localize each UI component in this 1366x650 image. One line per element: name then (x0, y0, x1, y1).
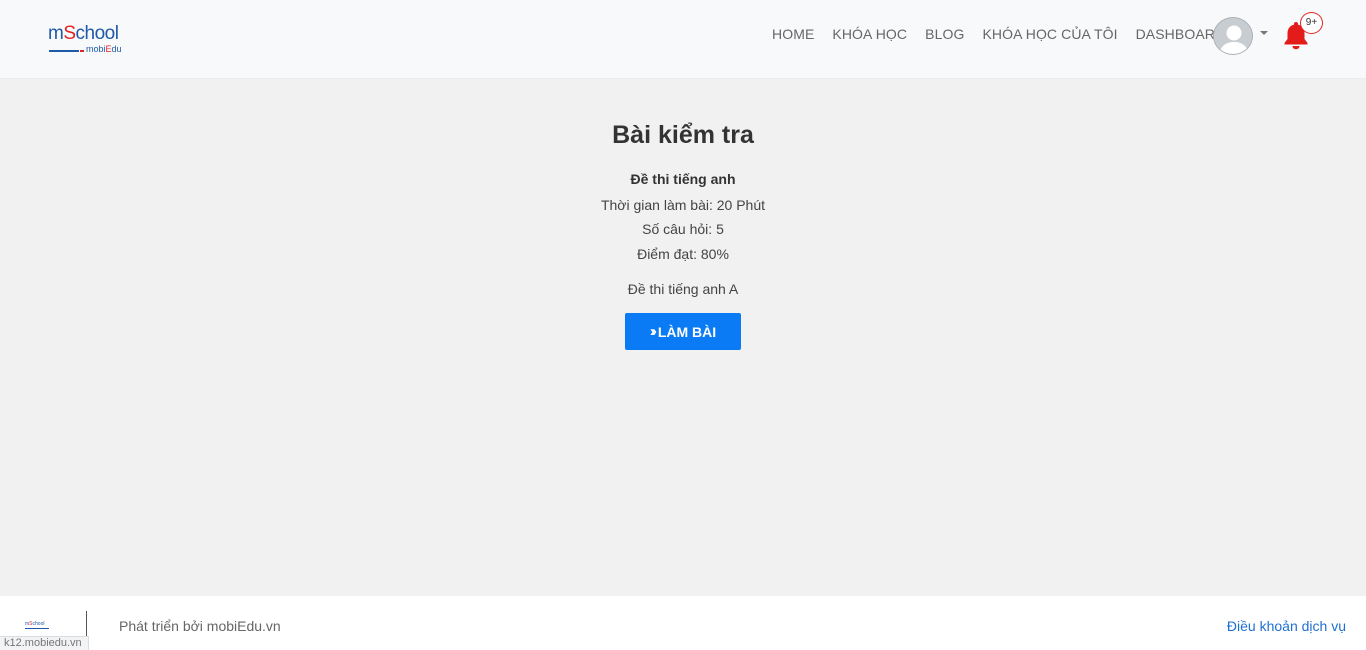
exam-intro-section: Bài kiểm tra Đề thi tiếng anh Thời gian … (0, 79, 1366, 596)
footer-developed-by: Phát triển bởi mobiEdu.vn (119, 618, 281, 634)
footer-logo-line (25, 628, 49, 629)
logo-subtext: mobiEdu (86, 44, 122, 54)
nav-blog[interactable]: BLOG (925, 26, 964, 42)
chevron-down-icon[interactable] (1260, 31, 1268, 35)
terms-of-service-link[interactable]: Điều khoản dịch vụ (1227, 618, 1346, 635)
exam-duration: Thời gian làm bài: 20 Phút (600, 197, 766, 213)
nav-my-courses[interactable]: KHÓA HỌC CỦA TÔI (982, 26, 1117, 42)
nav-dashboard[interactable]: DASHBOARD (1136, 26, 1226, 42)
footer-logo[interactable]: mSchool (25, 622, 51, 630)
double-chevron-right-icon: ›› (649, 322, 657, 340)
logo-sub-mobi: mobi (86, 44, 106, 54)
page-title: Bài kiểm tra (612, 121, 754, 149)
exam-description: Đề thi tiếng anh A (627, 281, 739, 297)
footer-logo-wordmark: mSchool (25, 622, 51, 627)
exam-name: Đề thi tiếng anh (630, 171, 736, 187)
logo-m: m (48, 23, 64, 44)
top-navbar: mSchool mobiEdu HOME KHÓA HỌC BLOG KHÓA … (0, 0, 1366, 79)
logo-sub-du: du (111, 44, 122, 54)
start-exam-button[interactable]: ›› LÀM BÀI (625, 313, 741, 350)
user-avatar[interactable] (1213, 17, 1253, 55)
notification-badge[interactable]: 9+ (1300, 12, 1323, 34)
exam-question-count: Số câu hỏi: 5 (642, 221, 724, 237)
logo-line-accent (80, 50, 84, 52)
logo-sub-row: mobiEdu (48, 44, 138, 55)
nav-courses[interactable]: KHÓA HỌC (832, 26, 907, 42)
logo-s: S (63, 23, 76, 44)
logo-line (49, 50, 79, 52)
exam-pass-score: Điểm đạt: 80% (637, 246, 729, 262)
page-footer: mSchool Phát triển bởi mobiEdu.vn Điều k… (0, 596, 1366, 650)
logo-chool: chool (75, 23, 119, 44)
browser-status-url: k12.mobiedu.vn (0, 636, 89, 650)
main-nav: HOME KHÓA HỌC BLOG KHÓA HỌC CỦA TÔI DASH… (772, 0, 1225, 68)
mschool-logo[interactable]: mSchool mobiEdu (48, 24, 138, 56)
logo-wordmark: mSchool (48, 24, 138, 44)
nav-home[interactable]: HOME (772, 26, 814, 42)
user-silhouette-icon (1214, 18, 1252, 54)
start-exam-label: LÀM BÀI (657, 323, 717, 340)
footer-logo-chool: chool (32, 621, 45, 627)
